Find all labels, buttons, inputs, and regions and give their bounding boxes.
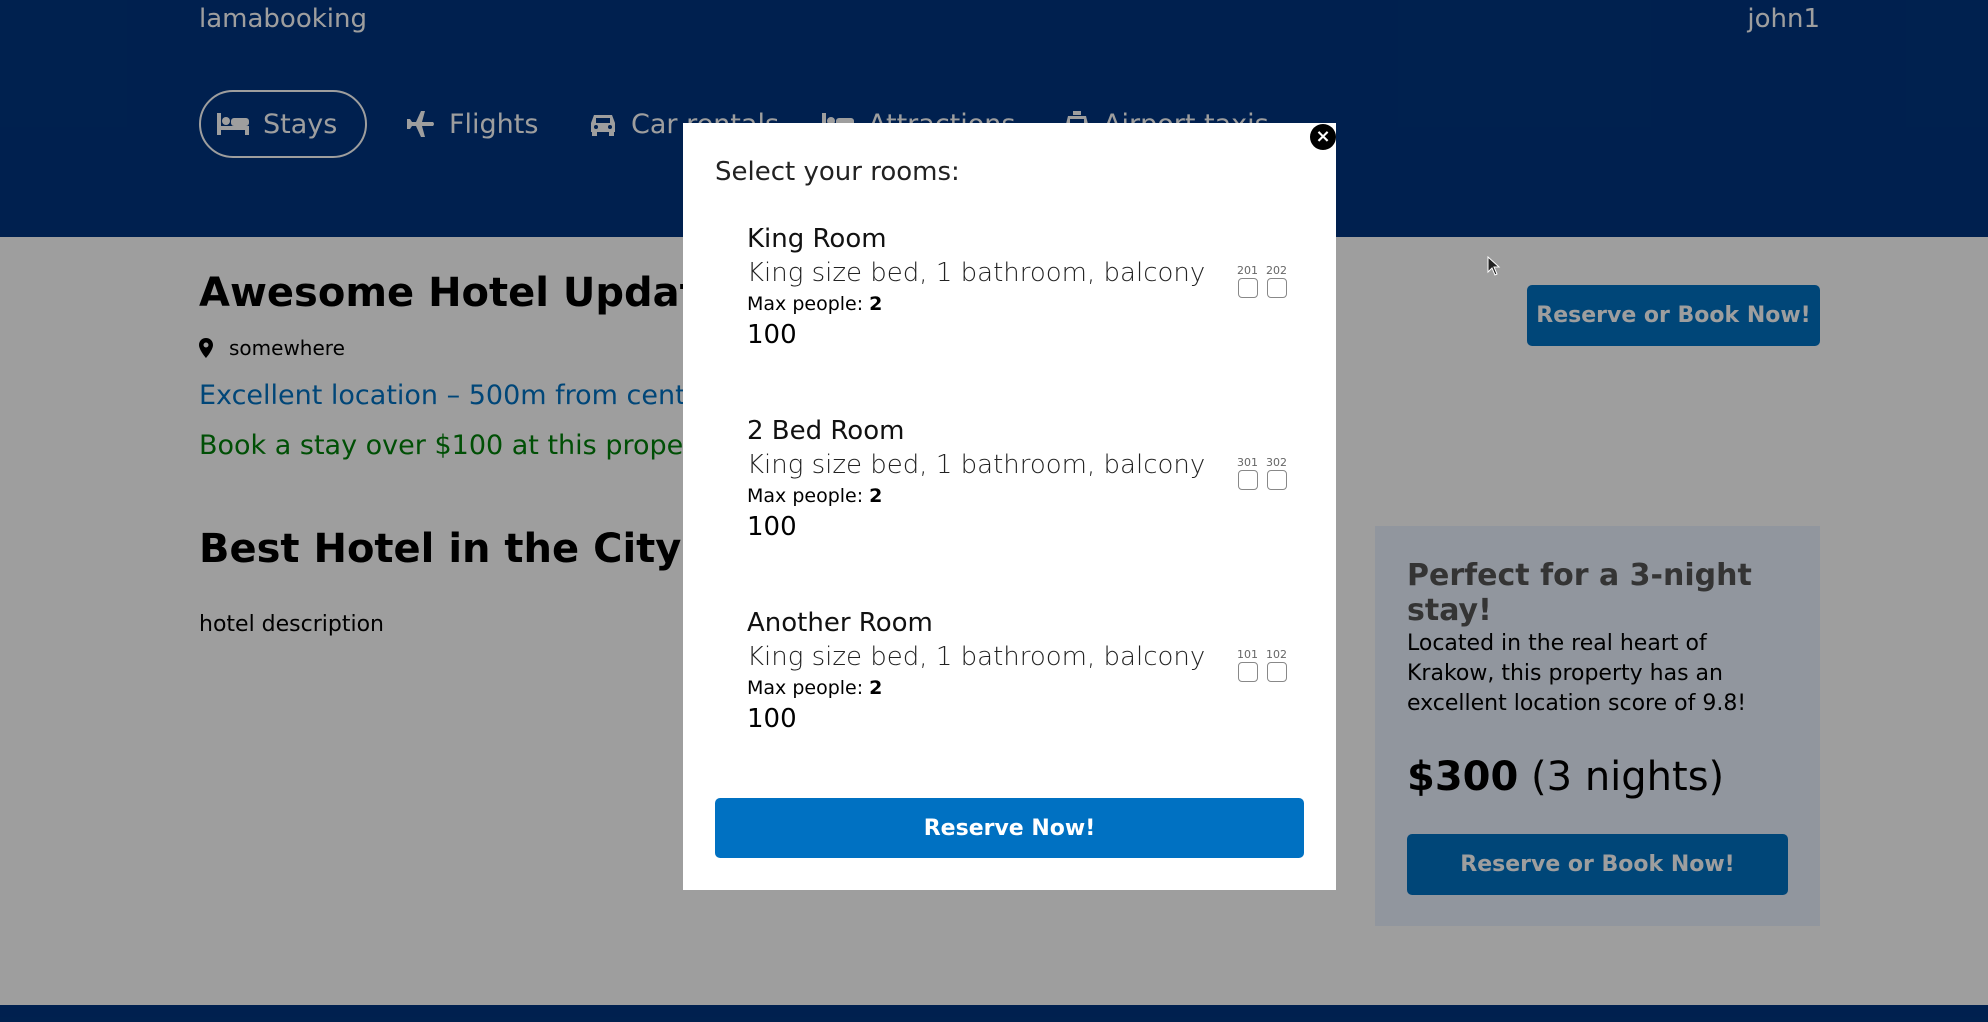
room-number-label: 201 xyxy=(1237,264,1258,277)
room-max-value: 2 xyxy=(869,677,883,699)
room-checkbox[interactable] xyxy=(1266,662,1287,682)
room-number-label: 101 xyxy=(1237,648,1258,661)
room-checkbox[interactable] xyxy=(1237,662,1258,682)
room-max-people: Max people: 2 xyxy=(747,290,1287,318)
reserve-now-button[interactable]: Reserve Now! xyxy=(715,798,1304,858)
room-max-label: Max people: xyxy=(747,293,870,315)
room-number-label: 301 xyxy=(1237,456,1258,469)
room-max-label: Max people: xyxy=(747,677,870,699)
room-select-modal: × Select your rooms: King Room King size… xyxy=(683,123,1336,890)
room-price: 100 xyxy=(747,704,797,734)
room-desc: King size bed, 1 bathroom, balcony xyxy=(747,258,1206,288)
room-number-label: 102 xyxy=(1266,648,1287,661)
room-number: 101 xyxy=(1237,648,1258,682)
room-max-value: 2 xyxy=(869,293,883,315)
room-max-people: Max people: 2 xyxy=(747,482,1287,510)
room-checkbox[interactable] xyxy=(1266,278,1287,298)
room-item: King Room King size bed, 1 bathroom, bal… xyxy=(747,222,1287,372)
room-number-label: 202 xyxy=(1266,264,1287,277)
room-name: Another Room xyxy=(747,608,933,638)
room-max-value: 2 xyxy=(869,485,883,507)
close-icon[interactable]: × xyxy=(1310,124,1336,150)
mouse-cursor-icon xyxy=(1487,256,1501,276)
room-number-label: 302 xyxy=(1266,456,1287,469)
room-numbers: 101 102 xyxy=(1237,648,1287,682)
room-number: 302 xyxy=(1266,456,1287,490)
room-number: 301 xyxy=(1237,456,1258,490)
room-number: 201 xyxy=(1237,264,1258,298)
room-max-label: Max people: xyxy=(747,485,870,507)
room-numbers: 201 202 xyxy=(1237,264,1287,298)
room-item: 2 Bed Room King size bed, 1 bathroom, ba… xyxy=(747,414,1287,564)
room-desc: King size bed, 1 bathroom, balcony xyxy=(747,642,1206,672)
room-checkbox[interactable] xyxy=(1237,278,1258,298)
room-max-people: Max people: 2 xyxy=(747,674,1287,702)
room-desc: King size bed, 1 bathroom, balcony xyxy=(747,450,1206,480)
room-number: 202 xyxy=(1266,264,1287,298)
room-checkbox[interactable] xyxy=(1237,470,1258,490)
room-price: 100 xyxy=(747,512,797,542)
room-item: Another Room King size bed, 1 bathroom, … xyxy=(747,606,1287,756)
room-name: 2 Bed Room xyxy=(747,416,905,446)
room-numbers: 301 302 xyxy=(1237,456,1287,490)
room-number: 102 xyxy=(1266,648,1287,682)
room-checkbox[interactable] xyxy=(1266,470,1287,490)
room-name: King Room xyxy=(747,224,887,254)
room-price: 100 xyxy=(747,320,797,350)
modal-title: Select your rooms: xyxy=(715,157,960,187)
